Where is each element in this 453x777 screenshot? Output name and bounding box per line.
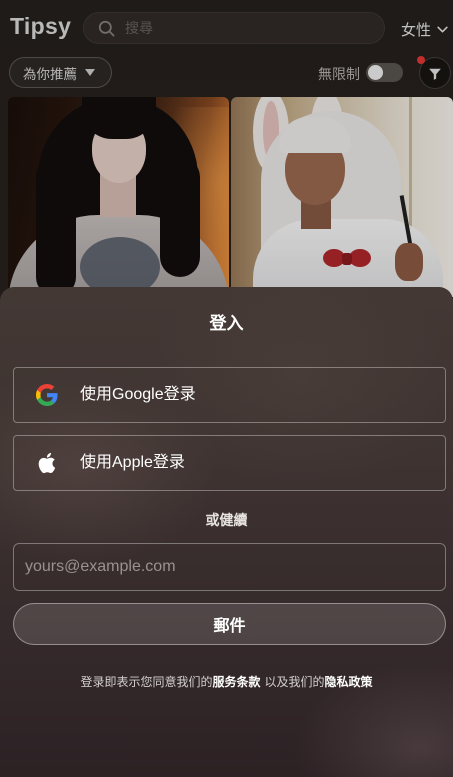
terms-middle: 以及我们的 [264,675,325,689]
google-login-button[interactable]: 使用Google登录 [13,367,446,423]
email-login-label: 郵件 [213,618,246,635]
apple-login-label: 使用Apple登录 [80,454,185,471]
google-icon [36,384,58,406]
terms-notice: 登录即表示您同意我们的服务条款 以及我们的隐私政策 [0,673,453,690]
email-field[interactable] [13,543,446,591]
login-title: 登入 [209,314,244,333]
google-login-label: 使用Google登录 [80,386,196,403]
terms-of-service-link[interactable]: 服务条款 [212,675,260,689]
privacy-policy-link[interactable]: 隐私政策 [325,675,373,689]
terms-prefix: 登录即表示您同意我们的 [80,675,213,689]
login-sheet: 登入 使用Google登录 使用Apple登录 或健續 郵件 登录即表示您同意我… [0,287,453,777]
apple-login-button[interactable]: 使用Apple登录 [13,435,446,491]
email-login-button[interactable]: 郵件 [13,603,446,645]
apple-icon [38,452,56,474]
or-continue-divider: 或健續 [205,512,248,528]
